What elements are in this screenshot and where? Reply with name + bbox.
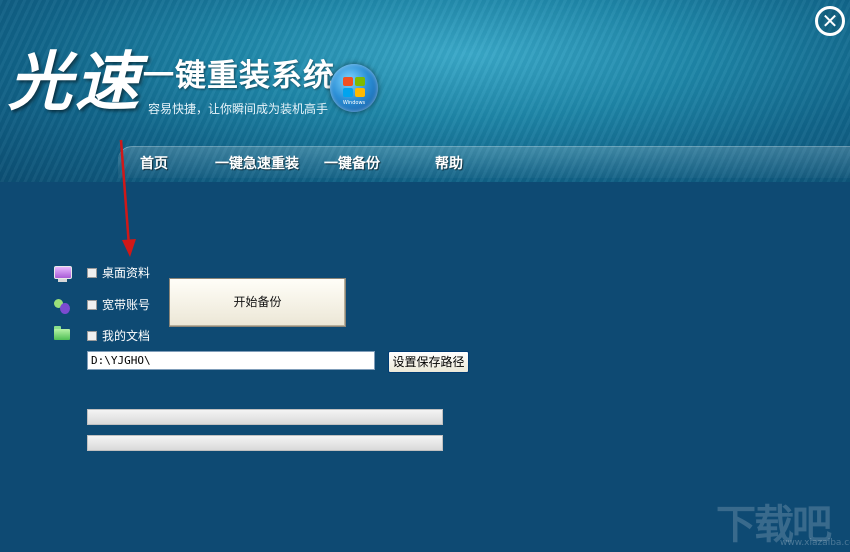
broadband-account-label: 宽带账号: [102, 298, 151, 312]
desktop-data-checkbox[interactable]: [87, 268, 97, 278]
save-path-input[interactable]: [87, 351, 375, 370]
progress-bar-2: [87, 435, 443, 451]
desktop-icon: [52, 266, 72, 284]
nav-item-backup[interactable]: 一键备份: [324, 153, 380, 173]
windows-logo-icon: Windows: [330, 64, 378, 112]
set-save-path-button[interactable]: 设置保存路径: [388, 351, 469, 373]
app-window: 光 速 一键重装系统 容易快捷，让你瞬间成为装机高手 Windows ✕ 首页 …: [0, 0, 850, 552]
nav-item-home[interactable]: 首页: [140, 153, 168, 173]
broadband-account-checkbox[interactable]: [87, 300, 97, 310]
header-banner: 光 速 一键重装系统 容易快捷，让你瞬间成为装机高手 Windows ✕ 首页 …: [0, 0, 850, 182]
brand-char-2: 速: [75, 45, 139, 120]
windows-logo-text: Windows: [342, 100, 366, 106]
desktop-data-label: 桌面资料: [102, 266, 151, 280]
brand-title: 一键重装系统: [143, 58, 335, 94]
broadband-user-icon: [52, 297, 72, 315]
nav-bar: 首页 一键急速重装 一键备份 帮助: [118, 146, 850, 178]
close-button[interactable]: ✕: [815, 6, 845, 36]
brand-subtitle: 容易快捷，让你瞬间成为装机高手: [148, 102, 329, 116]
nav-item-reinstall[interactable]: 一键急速重装: [215, 153, 299, 173]
my-documents-label: 我的文档: [102, 329, 151, 343]
progress-bar-1: [87, 409, 443, 425]
brand-char-1: 光: [8, 45, 72, 120]
nav-item-help[interactable]: 帮助: [435, 153, 463, 173]
start-backup-button[interactable]: 开始备份: [169, 278, 346, 327]
folder-icon: [52, 325, 72, 343]
my-documents-checkbox[interactable]: [87, 331, 97, 341]
watermark-url: www.xiazaiba.com: [780, 538, 850, 548]
